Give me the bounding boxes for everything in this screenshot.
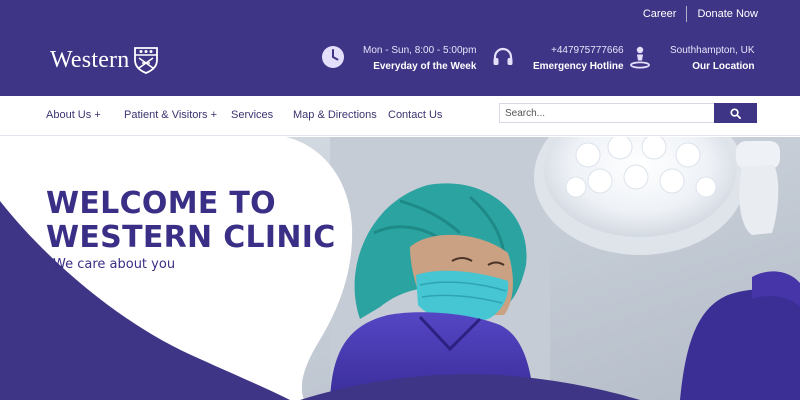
hero-title: WELCOME TO WESTERN CLINIC (46, 187, 336, 255)
hotline-number[interactable]: +447975777666 (533, 44, 624, 58)
career-link[interactable]: Career (643, 8, 677, 20)
hero-subtitle: We care about you (53, 257, 176, 272)
nav-services[interactable]: Services (231, 109, 273, 121)
search-button[interactable] (714, 103, 757, 123)
nav-about-us[interactable]: About Us + (46, 109, 101, 121)
search-icon (730, 107, 741, 119)
headset-icon (493, 47, 513, 65)
hotline-info: +447975777666 Emergency Hotline (491, 44, 624, 74)
hotline-caption: Emergency Hotline (533, 61, 624, 72)
top-link-divider (686, 6, 688, 22)
top-utility-bar: Career Donate Now (0, 0, 800, 28)
location-icon (630, 46, 650, 69)
hours-text: Mon - Sun, 8:00 - 5:00pm (363, 45, 477, 56)
nav-contact-us[interactable]: Contact Us (388, 109, 442, 121)
location-text: Southhampton, UK (670, 45, 755, 56)
location-info: Southhampton, UK Our Location (628, 44, 755, 74)
hero-banner: WELCOME TO WESTERN CLINIC We care about … (0, 137, 800, 400)
hero-title-line2: WESTERN CLINIC (46, 220, 336, 255)
nav-map-directions[interactable]: Map & Directions (293, 109, 377, 121)
search-bar (499, 103, 757, 123)
top-links: Career Donate Now (643, 0, 758, 28)
crest-icon (134, 47, 159, 74)
location-caption: Our Location (692, 61, 755, 72)
hours-caption: Everyday of the Week (373, 61, 477, 72)
logo-text: Western (50, 46, 130, 73)
donate-now-link[interactable]: Donate Now (697, 8, 758, 20)
site-header: Western Mon - Sun, 8:00 - 5:00pm Everyda… (0, 28, 800, 96)
hours-info: Mon - Sun, 8:00 - 5:00pm Everyday of the… (321, 44, 476, 74)
nav-patient-visitors[interactable]: Patient & Visitors + (124, 109, 217, 121)
hero-title-line1: WELCOME TO (46, 186, 276, 221)
clock-icon (322, 46, 344, 68)
search-input[interactable] (499, 103, 715, 123)
site-logo[interactable]: Western (50, 46, 159, 74)
